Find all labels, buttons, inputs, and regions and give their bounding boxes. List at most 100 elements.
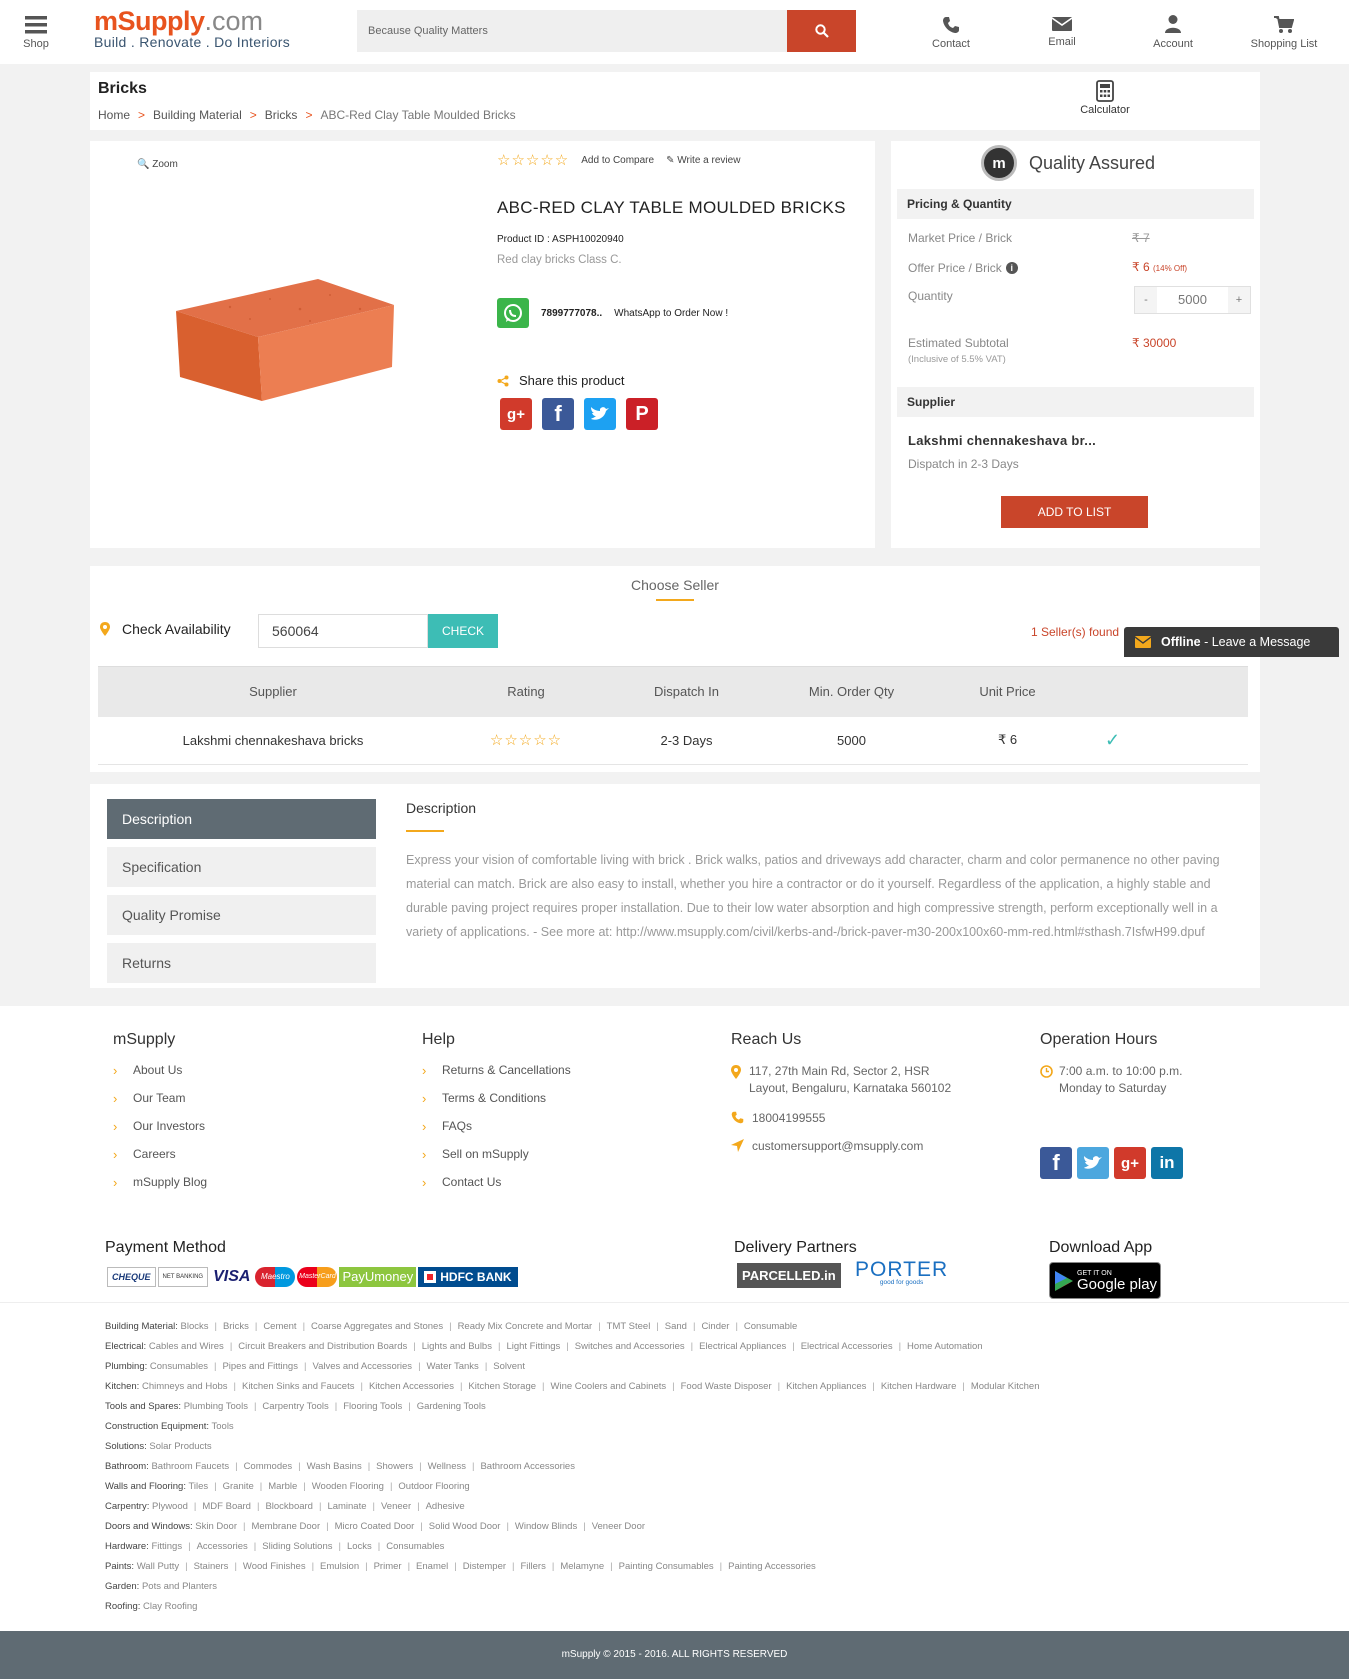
breadcrumb-building-material[interactable]: Building Material [153, 108, 242, 122]
footer-link[interactable]: › Returns & Cancellations [422, 1063, 571, 1091]
breadcrumb-home[interactable]: Home [98, 108, 130, 122]
category-link[interactable]: Skin Door [195, 1521, 237, 1532]
category-link[interactable]: Veneer [381, 1501, 411, 1512]
twitter-share-icon[interactable] [584, 398, 616, 430]
category-link[interactable]: Carpentry Tools [262, 1401, 328, 1412]
twitter-icon[interactable] [1077, 1147, 1109, 1179]
category-link[interactable]: Valves and Accessories [312, 1361, 412, 1372]
tab-returns[interactable]: Returns [107, 943, 376, 983]
category-link[interactable]: Consumables [386, 1541, 444, 1552]
category-link[interactable]: Wash Basins [307, 1461, 362, 1472]
tab-description[interactable]: Description [107, 799, 376, 839]
category-link[interactable]: Lights and Bulbs [422, 1341, 492, 1352]
contact-button[interactable]: Contact [921, 16, 981, 50]
shopping-list-button[interactable]: Shopping List [1246, 16, 1322, 50]
category-link[interactable]: Wall Putty [137, 1561, 179, 1572]
category-link[interactable]: Distemper [463, 1561, 506, 1572]
category-link[interactable]: Accessories [197, 1541, 248, 1552]
category-link[interactable]: Light Fittings [506, 1341, 560, 1352]
checkmark-icon[interactable]: ✓ [1081, 716, 1248, 765]
category-link[interactable]: Melamyne [560, 1561, 604, 1572]
category-link[interactable]: Tiles [188, 1481, 208, 1492]
calculator-button[interactable]: Calculator [1070, 80, 1140, 116]
quantity-input[interactable]: 5000 [1157, 287, 1228, 313]
category-link[interactable]: Wellness [428, 1461, 466, 1472]
category-link[interactable]: Solvent [493, 1361, 525, 1372]
footer-link[interactable]: › Sell on mSupply [422, 1147, 571, 1175]
category-link[interactable]: Bathroom Accessories [480, 1461, 575, 1472]
category-link[interactable]: Enamel [416, 1561, 448, 1572]
category-link[interactable]: Sliding Solutions [262, 1541, 332, 1552]
category-link[interactable]: Switches and Accessories [575, 1341, 685, 1352]
footer-link[interactable]: › About Us [113, 1063, 207, 1091]
category-link[interactable]: Micro Coated Door [335, 1521, 415, 1532]
category-link[interactable]: Membrane Door [251, 1521, 320, 1532]
category-link[interactable]: Painting Consumables [619, 1561, 714, 1572]
category-link[interactable]: Coarse Aggregates and Stones [311, 1321, 443, 1332]
account-button[interactable]: Account [1143, 14, 1203, 50]
check-button[interactable]: CHECK [428, 614, 498, 648]
google-play-button[interactable]: GET IT ON Google play [1049, 1262, 1161, 1299]
category-link[interactable]: Locks [347, 1541, 372, 1552]
category-link[interactable]: Commodes [244, 1461, 293, 1472]
add-to-list-button[interactable]: ADD TO LIST [1001, 496, 1148, 528]
category-link[interactable]: Blockboard [265, 1501, 313, 1512]
category-link[interactable]: Veneer Door [592, 1521, 645, 1532]
category-link[interactable]: Granite [223, 1481, 254, 1492]
category-link[interactable]: Painting Accessories [728, 1561, 816, 1572]
category-link[interactable]: Solar Products [149, 1441, 211, 1452]
category-link[interactable]: Pipes and Fittings [222, 1361, 298, 1372]
quantity-decrement-button[interactable]: - [1135, 287, 1157, 313]
category-link[interactable]: Kitchen Sinks and Faucets [242, 1381, 354, 1392]
category-link[interactable]: Gardening Tools [417, 1401, 486, 1412]
product-image[interactable] [170, 269, 400, 409]
shop-menu-button[interactable]: Shop [20, 16, 52, 50]
category-link[interactable]: Kitchen Appliances [786, 1381, 866, 1392]
category-link[interactable]: Plywood [152, 1501, 188, 1512]
rating-stars-icon[interactable]: ☆☆☆☆☆ [497, 151, 569, 169]
category-link[interactable]: Fillers [521, 1561, 546, 1572]
category-link[interactable]: Pots and Planters [142, 1581, 217, 1592]
category-link[interactable]: Sand [665, 1321, 687, 1332]
category-link[interactable]: Blocks [181, 1321, 209, 1332]
category-link[interactable]: Consumable [744, 1321, 797, 1332]
category-link[interactable]: Water Tanks [427, 1361, 479, 1372]
category-link[interactable]: Chimneys and Hobs [142, 1381, 228, 1392]
facebook-share-icon[interactable]: f [542, 398, 574, 430]
google-plus-icon[interactable]: g+ [1114, 1147, 1146, 1179]
google-plus-share-icon[interactable]: g+ [500, 398, 532, 430]
footer-phone[interactable]: 18004199555 [731, 1111, 951, 1125]
category-link[interactable]: Plumbing Tools [184, 1401, 248, 1412]
category-link[interactable]: Tools [212, 1421, 234, 1432]
write-review-link[interactable]: ✎ Write a review [666, 155, 740, 166]
tab-specification[interactable]: Specification [107, 847, 376, 887]
add-to-compare-link[interactable]: Add to Compare [581, 155, 654, 166]
category-link[interactable]: Primer [374, 1561, 402, 1572]
category-link[interactable]: Wooden Flooring [312, 1481, 384, 1492]
table-row[interactable]: Lakshmi chennakeshava bricks ☆☆☆☆☆ 2-3 D… [98, 716, 1248, 765]
category-link[interactable]: Cables and Wires [149, 1341, 224, 1352]
category-link[interactable]: Stainers [194, 1561, 229, 1572]
category-link[interactable]: Wood Finishes [243, 1561, 306, 1572]
footer-link[interactable]: › Terms & Conditions [422, 1091, 571, 1119]
category-link[interactable]: Cinder [701, 1321, 729, 1332]
category-link[interactable]: TMT Steel [607, 1321, 651, 1332]
footer-link[interactable]: › mSupply Blog [113, 1175, 207, 1203]
category-link[interactable]: Food Waste Disposer [681, 1381, 772, 1392]
footer-link[interactable]: › Careers [113, 1147, 207, 1175]
linkedin-icon[interactable]: in [1151, 1147, 1183, 1179]
category-link[interactable]: Circuit Breakers and Distribution Boards [238, 1341, 407, 1352]
category-link[interactable]: Bathroom Faucets [151, 1461, 229, 1472]
email-button[interactable]: Email [1032, 16, 1092, 48]
category-link[interactable]: Flooring Tools [343, 1401, 402, 1412]
breadcrumb-bricks[interactable]: Bricks [265, 108, 298, 122]
footer-link[interactable]: › Our Investors [113, 1119, 207, 1147]
category-link[interactable]: Bricks [223, 1321, 249, 1332]
category-link[interactable]: Laminate [327, 1501, 366, 1512]
category-link[interactable]: Emulsion [320, 1561, 359, 1572]
category-link[interactable]: Wine Coolers and Cabinets [551, 1381, 667, 1392]
footer-link[interactable]: › Our Team [113, 1091, 207, 1119]
category-link[interactable]: Fittings [151, 1541, 182, 1552]
category-link[interactable]: Outdoor Flooring [398, 1481, 469, 1492]
search-input[interactable]: Because Quality Matters [357, 10, 787, 52]
